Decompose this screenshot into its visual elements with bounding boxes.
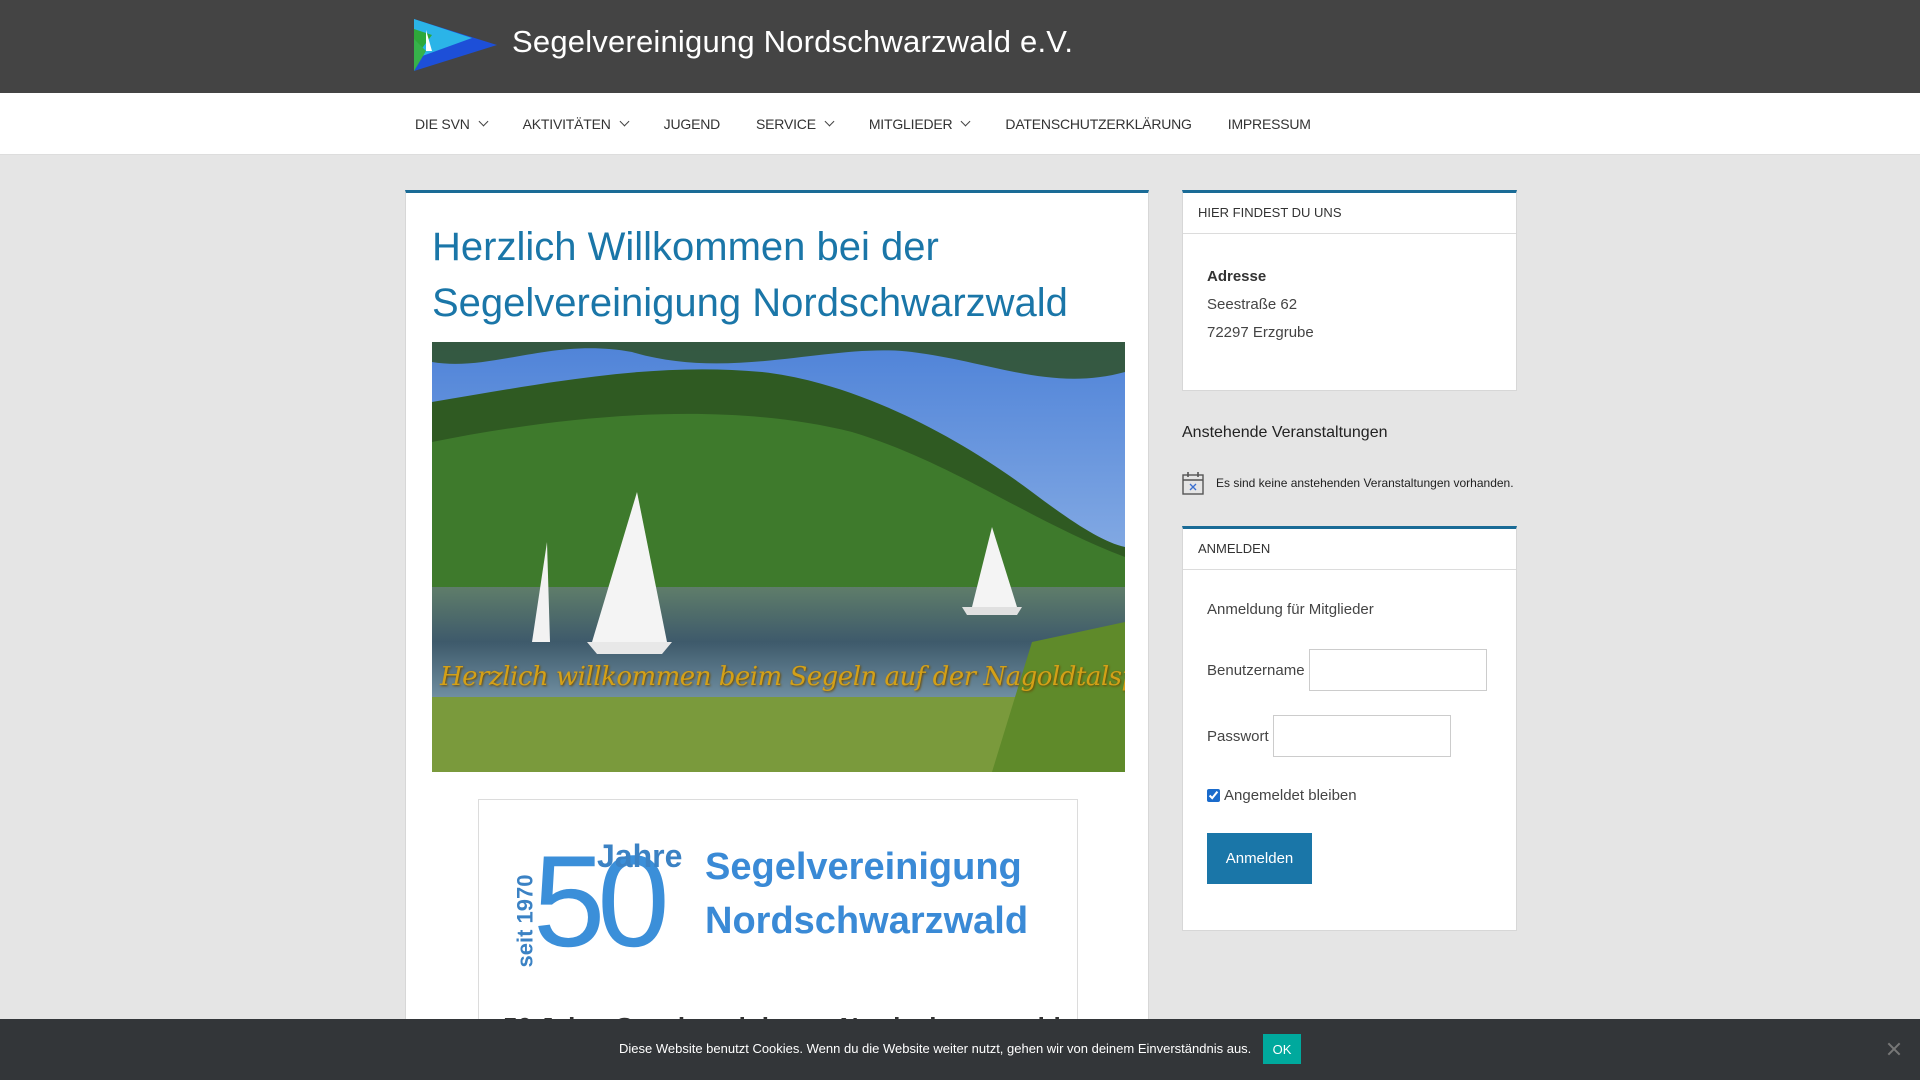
address-block: Adresse Seestraße 62 72297 Erzgrube — [1207, 263, 1314, 347]
main-navigation: DIE SVN AKTIVITÄTEN JUGEND SERVICE MITGL… — [0, 93, 1920, 155]
events-empty-text: Es sind keine anstehenden Veranstaltunge… — [1216, 476, 1514, 490]
calendar-empty-icon — [1182, 472, 1204, 495]
nav-label: DIE SVN — [415, 116, 470, 132]
nav-label: MITGLIEDER — [868, 116, 953, 132]
address-street: Seestraße 62 — [1207, 296, 1298, 313]
widget-login: ANMELDEN Anmeldung für Mitglieder Benutz… — [1182, 526, 1517, 931]
cookie-accept-button[interactable]: OK — [1263, 1034, 1301, 1064]
nav-label: JUGEND — [663, 116, 721, 132]
widget-find-us: HIER FINDEST DU UNS Adresse Seestraße 62… — [1182, 190, 1517, 391]
login-button[interactable]: Anmelden — [1207, 833, 1312, 884]
nav-list: DIE SVN AKTIVITÄTEN JUGEND SERVICE MITGL… — [405, 93, 1321, 155]
cookie-notice-text: Diese Website benutzt Cookies. Wenn du d… — [619, 1041, 1252, 1056]
sail-flag-logo-icon[interactable] — [412, 19, 497, 71]
hero-image: Herzlich willkommen beim Segeln auf der … — [432, 342, 1125, 772]
lake-sailing-photo — [432, 342, 1125, 772]
site-header: Segelvereinigung Nordschwarzwald e.V. — [0, 0, 1920, 93]
username-row: Benutzername — [1207, 649, 1487, 691]
hero-caption: Herzlich willkommen beim Segeln auf der … — [440, 662, 1125, 692]
username-field[interactable] — [1308, 649, 1487, 691]
address-city: 72297 Erzgrube — [1207, 324, 1314, 341]
club-name-line1: Segelvereinigung — [705, 846, 1022, 888]
nav-item-service[interactable]: SERVICE — [746, 93, 843, 155]
remember-me-checkbox[interactable] — [1207, 789, 1220, 802]
anniversary-years-label: Jahre — [597, 838, 683, 874]
password-row: Passwort — [1207, 715, 1451, 757]
nav-item-datenschutz[interactable]: DATENSCHUTZERKLÄRUNG — [995, 93, 1201, 155]
page-title: Herzlich Willkommen bei der Segelvereini… — [432, 225, 1068, 325]
cookie-notice-bar: Diese Website benutzt Cookies. Wenn du d… — [0, 1019, 1920, 1080]
nav-label: DATENSCHUTZERKLÄRUNG — [1005, 116, 1192, 132]
nav-label: IMPRESSUM — [1227, 116, 1311, 132]
chevron-down-icon — [824, 116, 835, 127]
username-label: Benutzername — [1207, 661, 1305, 679]
chevron-down-icon — [619, 116, 630, 127]
remember-me[interactable]: Angemeldet bleiben — [1207, 787, 1357, 804]
main-content-card: Herzlich Willkommen bei der Segelvereini… — [405, 190, 1149, 1080]
events-heading: Anstehende Veranstaltungen — [1182, 424, 1388, 441]
password-label: Passwort — [1207, 727, 1269, 745]
nav-item-aktivitaeten[interactable]: AKTIVITÄTEN — [513, 93, 638, 155]
anniversary-club-name: Segelvereinigung Nordschwarzwald — [705, 840, 1028, 948]
nav-item-die-svn[interactable]: DIE SVN — [405, 93, 497, 155]
nav-item-jugend[interactable]: JUGEND — [654, 93, 730, 155]
chevron-down-icon — [960, 116, 971, 127]
nav-item-impressum[interactable]: IMPRESSUM — [1218, 93, 1321, 155]
anniversary-badge: seit 1970 50 Jahre — [505, 836, 682, 986]
login-intro: Anmeldung für Mitglieder — [1207, 601, 1374, 618]
widget-title: HIER FINDEST DU UNS — [1183, 193, 1516, 234]
nav-item-mitglieder[interactable]: MITGLIEDER — [859, 93, 980, 155]
address-label: Adresse — [1207, 268, 1267, 285]
widget-title: ANMELDEN — [1183, 529, 1516, 570]
nav-label: SERVICE — [756, 116, 816, 132]
site-title[interactable]: Segelvereinigung Nordschwarzwald e.V. — [512, 24, 1073, 60]
events-empty-notice: Es sind keine anstehenden Veranstaltunge… — [1182, 471, 1514, 495]
chevron-down-icon — [478, 116, 489, 127]
club-name-line2: Nordschwarzwald — [705, 900, 1029, 942]
close-icon[interactable] — [1886, 1041, 1902, 1057]
nav-label: AKTIVITÄTEN — [522, 116, 611, 132]
password-field[interactable] — [1272, 715, 1451, 757]
remember-me-label: Angemeldet bleiben — [1224, 787, 1357, 804]
